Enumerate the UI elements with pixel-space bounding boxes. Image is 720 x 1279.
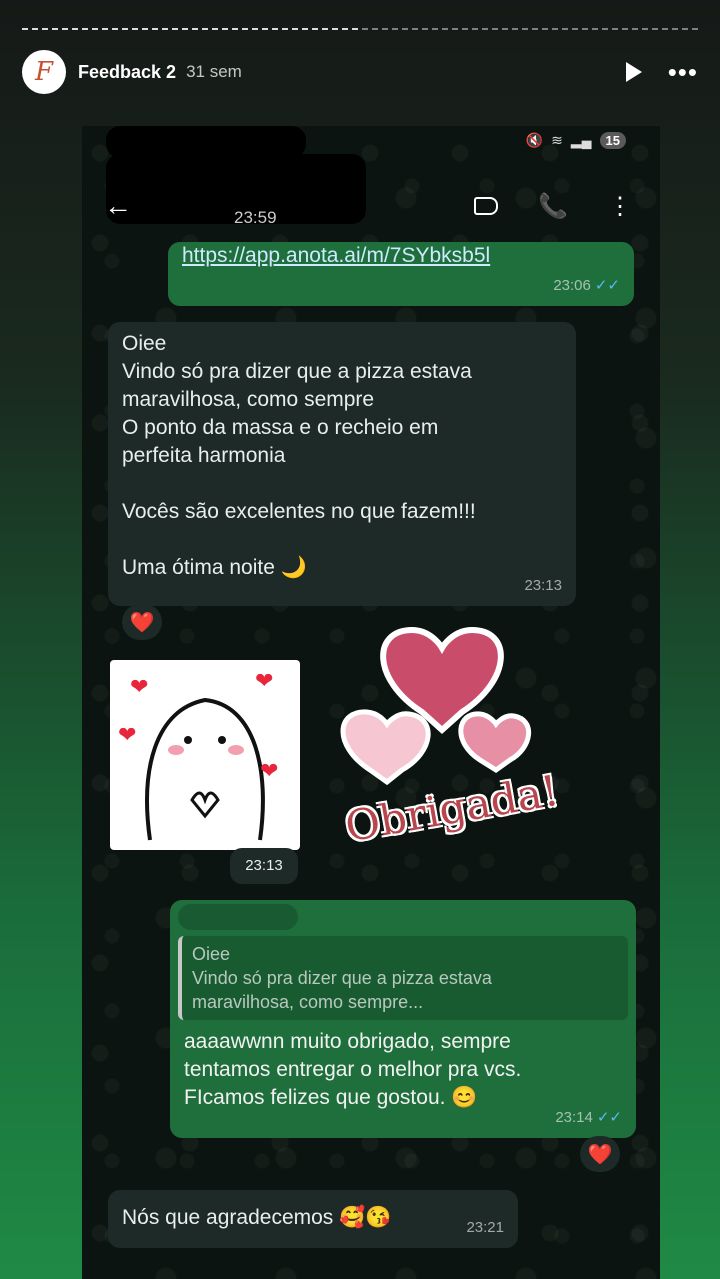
last-seen: 23:59 [234,208,277,227]
message-reply[interactable]: Oiee Vindo só pra dizer que a pizza esta… [170,900,636,1138]
read-ticks-icon: ✓✓ [594,277,620,294]
sticker-flork[interactable]: ❤ ❤ ❤ ❤ [110,660,300,850]
menu-icon[interactable]: ⋮ [608,192,632,221]
sticker-time: 23:13 [230,848,298,884]
message-link[interactable]: https://app.anota.ai/m/7SYbksb5l 23:06 ✓✓ [168,242,634,306]
mute-icon: 🔇 [525,132,544,148]
message-line: perfeita harmonia [122,444,286,467]
message-time: 23:14 ✓✓ [555,1109,622,1126]
sticker-obrigada[interactable]: Obrigada! [312,620,602,870]
heart-reaction[interactable]: ❤️ [122,604,162,640]
story-header: F Feedback 2 31 sem ••• [22,48,698,96]
status-bar: 🔇 ≋ ▂▄ 15 [526,132,626,149]
avatar-letter: F [34,57,54,87]
more-options-icon[interactable]: ••• [668,59,698,85]
message-text: Nós que agradecemos 🥰😘 [122,1206,392,1229]
message-feedback[interactable]: Oiee Vindo só pra dizer que a pizza esta… [108,322,576,606]
add-call-icon[interactable]: 📞 [538,192,568,221]
progress-segment [362,28,698,30]
back-arrow-icon[interactable]: ← [104,190,132,222]
story-name[interactable]: Feedback 2 [78,62,176,83]
message-line: Vindo só pra dizer que a pizza estava [122,360,472,383]
story-progress [22,28,698,31]
message-line: tentamos entregar o melhor pra vcs. [184,1058,522,1081]
heart-reaction[interactable]: ❤️ [580,1136,620,1172]
message-time: 23:13 [524,577,562,594]
svg-text:❤: ❤ [255,668,273,693]
flork-sticker-icon: ❤ ❤ ❤ ❤ [118,668,278,841]
svg-text:❤: ❤ [118,722,136,747]
message-thanks[interactable]: Nós que agradecemos 🥰😘 23:21 [108,1190,518,1248]
quote-author: Oiee [192,944,231,964]
message-line: maravilhosa, como sempre [122,388,375,411]
chat-screenshot: 🔇 ≋ ▂▄ 15 ← 23:59 📞 ⋮ https://app.anota.… [82,126,660,1279]
svg-text:❤: ❤ [130,674,148,699]
quote-line: maravilhosa, como sempre... [192,992,424,1012]
chat-header: ← 23:59 📞 ⋮ [82,178,660,234]
message-line: O ponto da massa e o recheio em [122,416,439,439]
message-line: aaaawwnn muito obrigado, sempre [184,1030,511,1053]
wifi-icon: ≋ [551,132,563,148]
play-icon[interactable] [625,62,642,82]
message-line: Uma ótima noite 🌙 [122,556,307,579]
message-time: 23:06 ✓✓ [553,277,620,294]
avatar[interactable]: F [22,50,66,94]
story-time: 31 sem [186,62,242,81]
read-ticks-icon: ✓✓ [596,1109,622,1126]
quoted-message[interactable]: Oiee Vindo só pra dizer que a pizza esta… [178,936,628,1020]
progress-segment [22,28,358,30]
redaction [178,904,298,930]
battery-badge: 15 [599,132,626,149]
label-icon[interactable] [474,197,499,215]
quote-line: Vindo só pra dizer que a pizza estava [192,968,492,988]
link-text[interactable]: https://app.anota.ai/m/7SYbksb5l [182,244,490,267]
svg-text:❤: ❤ [260,758,278,783]
signal-icon: ▂▄ [570,132,592,148]
message-line: Vocês são excelentes no que fazem!!! [122,500,476,523]
message-time: 23:21 [466,1219,504,1236]
message-line: Oiee [122,332,167,355]
